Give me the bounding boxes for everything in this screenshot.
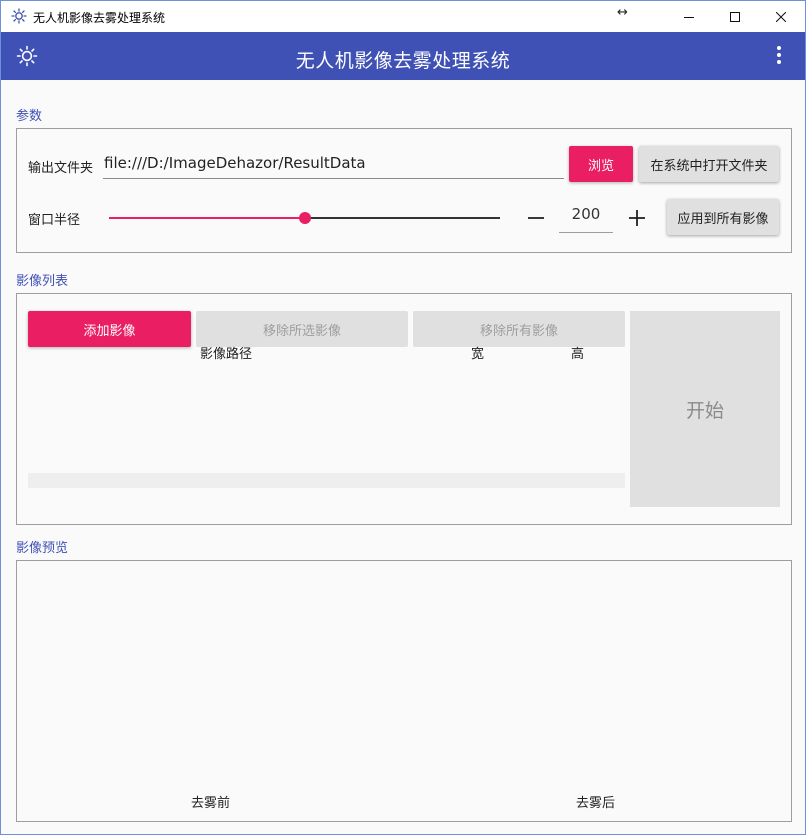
window-radius-value[interactable]: 200 <box>559 202 613 233</box>
remove-all-button[interactable]: 移除所有影像 <box>413 311 625 347</box>
app-title: 无人机影像去雾处理系统 <box>295 50 511 72</box>
output-folder-input[interactable] <box>103 148 564 179</box>
open-in-system-button[interactable]: 在系统中打开文件夹 <box>639 146 779 182</box>
app-window: 无人机影像去雾处理系统 ↔ 无人机影像去雾处理系统 参数 输出文件夹 file:… <box>0 0 806 835</box>
params-section-label: 参数 <box>16 109 43 124</box>
before-dehaze-label: 去雾前 <box>191 796 231 811</box>
more-vert-icon <box>777 46 781 50</box>
browse-button[interactable]: 浏览 <box>569 146 633 182</box>
increment-button[interactable] <box>625 206 649 230</box>
add-image-button[interactable]: 添加影像 <box>28 311 191 347</box>
preview-section-label: 影像预览 <box>16 541 69 556</box>
app-icon <box>11 8 27 24</box>
column-header-path[interactable]: 影像路径 <box>200 343 252 362</box>
remove-selected-button[interactable]: 移除所选影像 <box>196 311 408 347</box>
resize-cursor-icon: ↔ <box>617 5 628 20</box>
after-dehaze-label: 去雾后 <box>576 796 616 811</box>
minimize-button[interactable] <box>666 1 712 32</box>
more-menu-button[interactable] <box>769 44 789 68</box>
title-bar: 无人机影像去雾处理系统 ↔ <box>1 1 805 32</box>
column-header-height[interactable]: 高 <box>571 343 584 362</box>
window-radius-label: 窗口半径 <box>28 213 81 228</box>
app-bar: 无人机影像去雾处理系统 <box>1 32 805 80</box>
window-radius-slider[interactable] <box>109 212 500 224</box>
close-button[interactable] <box>758 1 804 32</box>
preview-panel: 去雾前 去雾后 <box>16 560 792 822</box>
params-panel: 输出文件夹 浏览 在系统中打开文件夹 窗口半径 200 应用到所有影像 <box>16 128 792 253</box>
image-list-section-label: 影像列表 <box>16 274 69 289</box>
maximize-icon <box>730 11 740 22</box>
close-icon <box>776 11 786 22</box>
horizontal-scrollbar[interactable] <box>28 473 625 488</box>
window-title: 无人机影像去雾处理系统 <box>33 11 166 25</box>
minimize-icon <box>684 16 694 18</box>
more-vert-dot <box>777 53 781 57</box>
start-button[interactable]: 开始 <box>630 311 780 507</box>
slider-fill <box>109 217 305 219</box>
apply-all-button[interactable]: 应用到所有影像 <box>667 199 779 235</box>
output-folder-label: 输出文件夹 <box>28 161 94 176</box>
column-header-width[interactable]: 宽 <box>471 343 484 362</box>
slider-thumb[interactable] <box>298 212 311 224</box>
image-list-panel: 添加影像 移除所选影像 移除所有影像 影像路径 宽 高 开始 <box>16 293 792 525</box>
more-vert-dot <box>777 60 781 64</box>
decrement-button[interactable] <box>524 206 548 230</box>
maximize-button[interactable] <box>712 1 758 32</box>
